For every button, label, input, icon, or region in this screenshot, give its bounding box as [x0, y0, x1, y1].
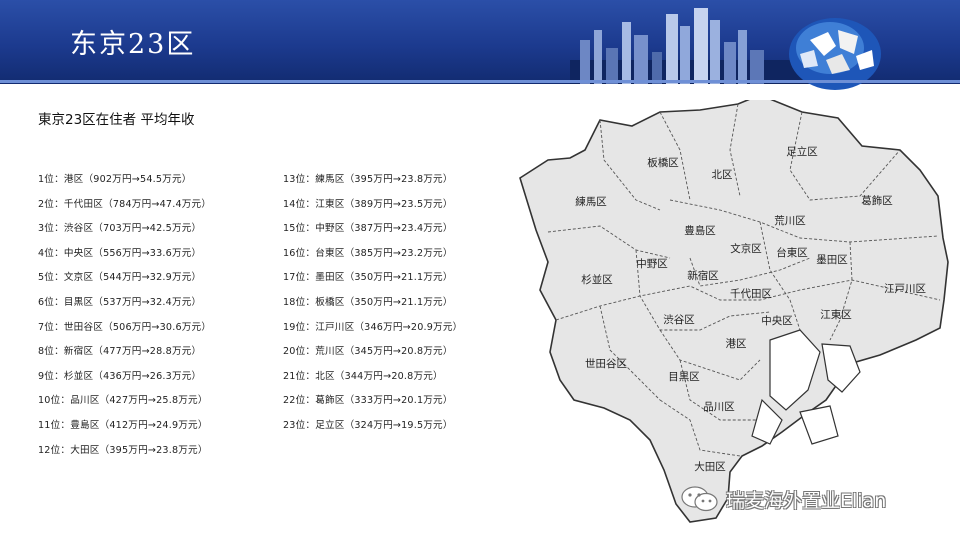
ranking-item: 5位：文京区（544万円→32.9万元） — [38, 272, 202, 284]
ranking-item: 14位：江東区（389万円→23.5万元） — [283, 198, 453, 210]
ward-label: 墨田区 — [816, 254, 848, 266]
ward-label: 文京区 — [730, 242, 762, 255]
header-divider — [0, 80, 960, 83]
ward-label: 荒川区 — [774, 215, 806, 227]
ranking-item: 16位：台東区（385万円→23.2万元） — [283, 247, 453, 259]
ranking-item: 8位：新宿区（477万円→28.8万元） — [38, 346, 202, 358]
ranking-item: 22位：葛飾区（333万円→20.1万元） — [283, 395, 453, 407]
ward-label: 杉並区 — [581, 273, 613, 286]
ranking-item: 18位：板橋区（350万円→21.1万元） — [283, 296, 453, 308]
ranking-item: 7位：世田谷区（506万円→30.6万元） — [38, 321, 212, 333]
ranking-item: 6位：目黒区（537万円→32.4万元） — [38, 296, 202, 308]
ward-label: 台東区 — [776, 246, 808, 259]
page-title: 东京23区 — [70, 29, 196, 60]
ranking-item: 9位：杉並区（436万円→26.3万元） — [38, 370, 202, 382]
ranking-item: 1位：港区（902万円→54.5万元） — [38, 174, 192, 185]
ward-label: 新宿区 — [687, 269, 719, 282]
ranking-item: 2位：千代田区（784万円→47.4万元） — [38, 198, 212, 210]
watermark: 瑞麦海外置业Elian — [680, 484, 886, 514]
ward-label: 江東区 — [820, 308, 852, 321]
ward-label: 足立区 — [786, 145, 818, 158]
ranking-item: 4位：中央区（556万円→33.6万元） — [38, 247, 202, 259]
ranking-item: 13位：練馬区（395万円→23.8万元） — [283, 174, 453, 185]
ranking-item: 10位：品川区（427万円→25.8万元） — [38, 395, 208, 407]
ranking-item: 15位：中野区（387万円→23.4万元） — [283, 223, 453, 235]
ranking-item: 19位：江戸川区（346万円→20.9万元） — [283, 321, 463, 333]
ranking-list-left: 1位：港区（902万円→54.5万元） 2位：千代田区（784万円→47.4万元… — [38, 171, 211, 466]
ranking-item: 17位：墨田区（350万円→21.1万元） — [283, 272, 453, 284]
income-subtitle: 東京23区在住者 平均年收 — [38, 112, 195, 128]
ranking-item: 20位：荒川区（345万円→20.8万元） — [283, 346, 453, 358]
ward-label: 江戸川区 — [884, 283, 926, 295]
tokyo-23-wards-map: 板橋区 北区 足立区 練馬区 葛飾区 荒川区 豊島区 文京区 台東区 墨田区 中… — [519, 100, 949, 523]
ward-label: 目黒区 — [668, 371, 700, 383]
map-outline — [519, 100, 949, 523]
wechat-icon — [681, 486, 718, 512]
ranking-item: 12位：大田区（395万円→23.8万元） — [38, 444, 208, 456]
ward-label: 中央区 — [761, 314, 793, 327]
ward-label: 北区 — [712, 169, 733, 181]
header-banner: 东京23区 — [0, 0, 960, 90]
ranking-item: 11位：豊島区（412万円→24.9万元） — [38, 419, 208, 431]
ward-label: 世田谷区 — [585, 358, 627, 370]
ward-label: 練馬区 — [575, 195, 607, 208]
ranking-item: 3位：渋谷区（703万円→42.5万元） — [38, 223, 202, 235]
ranking-item: 21位：北区（344万円→20.8万元） — [283, 370, 443, 382]
ranking-item: 23位：足立区（324万円→19.5万元） — [283, 419, 453, 431]
ward-label: 中野区 — [636, 257, 668, 270]
ward-label: 豊島区 — [684, 224, 716, 237]
ward-label: 板橋区 — [647, 156, 679, 169]
ward-label: 品川区 — [703, 401, 735, 413]
globe-puzzle-graphic — [789, 18, 881, 90]
ward-label: 大田区 — [694, 460, 726, 473]
ward-label: 千代田区 — [730, 288, 772, 300]
ward-label: 渋谷区 — [663, 313, 695, 326]
ward-label: 葛飾区 — [861, 194, 893, 207]
ranking-list-right: 13位：練馬区（395万円→23.8万元） 14位：江東区（389万円→23.5… — [283, 171, 462, 442]
watermark-text: 瑞麦海外置业Elian — [726, 489, 887, 512]
ward-label: 港区 — [726, 338, 747, 350]
